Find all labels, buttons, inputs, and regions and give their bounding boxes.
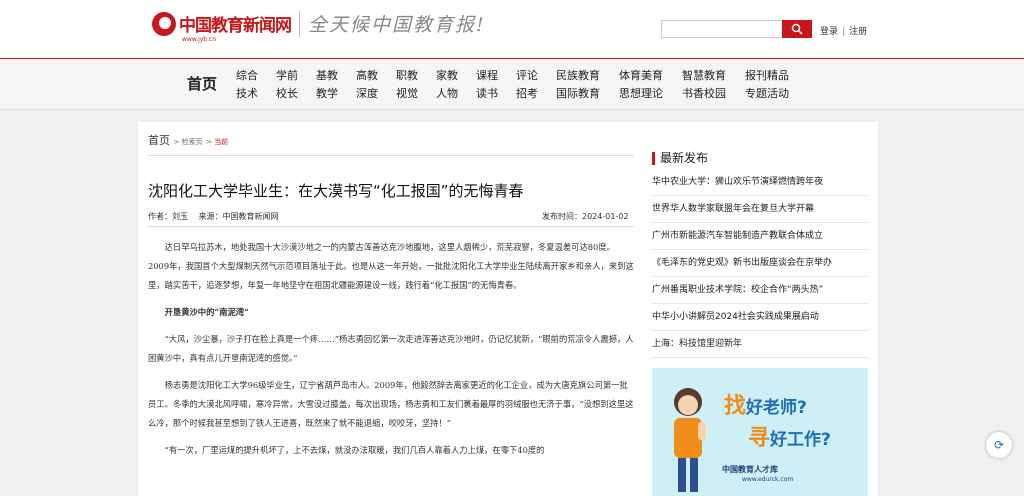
- nav-item[interactable]: 评论: [516, 67, 556, 85]
- article-body: 达日罕乌拉苏木，地处我国十大沙漠沙地之一的内蒙古浑善达克沙地腹地，这里人烟稀少，…: [148, 238, 634, 468]
- nav-item[interactable]: 专题活动: [745, 85, 808, 103]
- article-subheading: 开垦黄沙中的“南泥湾”: [164, 307, 249, 317]
- logo-mark-icon: [152, 11, 176, 36]
- breadcrumb-separator: >: [173, 138, 182, 146]
- nav-item[interactable]: 国际教育: [556, 85, 619, 103]
- banner-text-2: 好工作?: [770, 430, 831, 450]
- breadcrumb-separator: >: [206, 138, 215, 146]
- nav-item[interactable]: 体育美育: [619, 67, 682, 85]
- sidebar-news-item[interactable]: 上海：科技馆里迎新年: [652, 331, 868, 358]
- recruitment-banner[interactable]: 找好老师? 寻好工作? 中国教育人才库 www.edurck.com: [652, 368, 868, 496]
- floating-service-button[interactable]: ⟳: [986, 432, 1012, 458]
- banner-headline-2: 寻好工作?: [748, 420, 831, 452]
- sidebar-news-item[interactable]: 世界华人数学家联盟年会在复旦大学开幕: [652, 196, 868, 223]
- article-date: 发布时间：2024-01-02: [542, 212, 629, 221]
- main-nav: 首页 综合 技术 学前 校长 基教 教学 高教 深度 职教 视觉 家教 人物 课程 读书 评论 招考 民族教育国…: [0, 58, 1024, 110]
- nav-item[interactable]: 学前: [276, 67, 316, 85]
- sidebar-news-item[interactable]: 华中农业大学：狮山欢乐节演绎燃情跨年夜: [652, 169, 868, 196]
- search-input[interactable]: [661, 20, 782, 38]
- nav-item[interactable]: 书香校园: [682, 85, 745, 103]
- nav-item[interactable]: 综合: [236, 67, 276, 85]
- breadcrumb-home[interactable]: 首页: [148, 134, 170, 147]
- login-link[interactable]: 登录: [820, 27, 838, 37]
- sidebar-latest: 最新发布 华中农业大学：狮山欢乐节演绎燃情跨年夜 世界华人数学家联盟年会在复旦大学…: [652, 152, 868, 358]
- nav-item[interactable]: 人物: [436, 85, 476, 103]
- breadcrumb-current: 当前: [214, 138, 229, 146]
- nav-item[interactable]: 校长: [276, 85, 316, 103]
- banner-url: www.edurck.com: [742, 476, 794, 483]
- meta-divider: [148, 226, 634, 227]
- auth-links: 登录 | 注册: [820, 24, 867, 37]
- register-link[interactable]: 注册: [849, 27, 867, 37]
- sidebar-title: 最新发布: [652, 152, 868, 165]
- sidebar-news-item[interactable]: 《毛泽东的党史观》新书出版座谈会在京举办: [652, 250, 868, 277]
- breadcrumb-divider: [148, 155, 634, 156]
- nav-item[interactable]: 基教: [316, 67, 356, 85]
- article-paragraph: 杨志勇是沈阳化工大学96级毕业生，辽宁省葫芦岛市人。2009年，他毅然辞去离家更…: [148, 380, 634, 428]
- article-paragraph: “大风，沙尘暴，沙子打在脸上真是一个疼……”杨志勇回忆第一次走进浑善达克沙地时，…: [148, 334, 634, 363]
- nav-item[interactable]: 课程: [476, 67, 516, 85]
- nav-item[interactable]: 高教: [356, 67, 396, 85]
- nav-item[interactable]: 深度: [356, 85, 396, 103]
- sidebar-list: 华中农业大学：狮山欢乐节演绎燃情跨年夜 世界华人数学家联盟年会在复旦大学开幕 广州市…: [652, 169, 868, 358]
- sidebar-news-item[interactable]: 广州市新能源汽车智能制造产教联合体成立: [652, 223, 868, 250]
- article-paragraph: 达日罕乌拉苏木，地处我国十大沙漠沙地之一的内蒙古浑善达克沙地腹地，这里人烟稀少，…: [148, 242, 634, 290]
- sidebar-news-item[interactable]: 广州番禺职业技术学院：校企合作“两头热”: [652, 277, 868, 304]
- breadcrumb: 首页 > 检索页 > 当前: [148, 132, 228, 148]
- nav-item[interactable]: 视觉: [396, 85, 436, 103]
- logo-url: www.jyb.cn: [182, 36, 217, 43]
- nav-item[interactable]: 思想理论: [619, 85, 682, 103]
- site-header: 中国教育新闻网 www.jyb.cn 全天候中国教育报! 登录 | 注册: [0, 0, 1024, 58]
- logo-divider: [299, 10, 300, 37]
- nav-item[interactable]: 智慧教育: [682, 67, 745, 85]
- search-icon: [791, 23, 803, 35]
- site-logo[interactable]: 中国教育新闻网 www.jyb.cn 全天候中国教育报!: [152, 10, 486, 43]
- nav-item[interactable]: 民族教育: [556, 67, 619, 85]
- site-slogan: 全天候中国教育报!: [308, 14, 486, 36]
- nav-item[interactable]: 职教: [396, 67, 436, 85]
- banner-keyword-2: 寻: [748, 426, 771, 451]
- search-button[interactable]: [782, 20, 812, 38]
- nav-grid: 综合 技术 学前 校长 基教 教学 高教 深度 职教 视觉 家教 人物 课程 读书 评论 招考 民族教育 国际教育…: [236, 67, 808, 103]
- service-icon: ⟳: [993, 438, 1005, 452]
- banner-logo: 中国教育人才库: [722, 465, 778, 474]
- teacher-illustration: [674, 388, 706, 492]
- nav-item[interactable]: 读书: [476, 85, 516, 103]
- banner-keyword-1: 找: [724, 394, 747, 419]
- article-author: 作者：刘玉: [148, 212, 188, 221]
- nav-item[interactable]: 技术: [236, 85, 276, 103]
- nav-item[interactable]: 报刊精品: [745, 67, 808, 85]
- banner-headline-1: 找好老师?: [724, 388, 807, 420]
- banner-text-1: 好老师?: [746, 398, 807, 418]
- sidebar-news-item[interactable]: 中华小小讲解员2024社会实践成果展启动: [652, 304, 868, 331]
- content-panel: 首页 > 检索页 > 当前 沈阳化工大学毕业生：在大漠书写“化工报国”的无悔青春…: [138, 122, 878, 496]
- search-bar: [661, 20, 812, 38]
- breadcrumb-search[interactable]: 检索页: [182, 138, 203, 146]
- auth-divider: |: [842, 27, 846, 37]
- article-source: 来源：中国教育新闻网: [198, 212, 279, 221]
- nav-home[interactable]: 首页: [187, 73, 217, 94]
- nav-item[interactable]: 家教: [436, 67, 476, 85]
- nav-item[interactable]: 招考: [516, 85, 556, 103]
- article-meta: 作者：刘玉 来源：中国教育新闻网: [148, 211, 287, 222]
- article-paragraph: “有一次，厂里运煤的提升机坏了，上不去煤，就没办法取暖，我们几百人靠着人力上煤，…: [164, 445, 545, 455]
- nav-item[interactable]: 教学: [316, 85, 356, 103]
- logo-text: 中国教育新闻网: [179, 16, 292, 36]
- article-title: 沈阳化工大学毕业生：在大漠书写“化工报国”的无悔青春: [148, 182, 524, 200]
